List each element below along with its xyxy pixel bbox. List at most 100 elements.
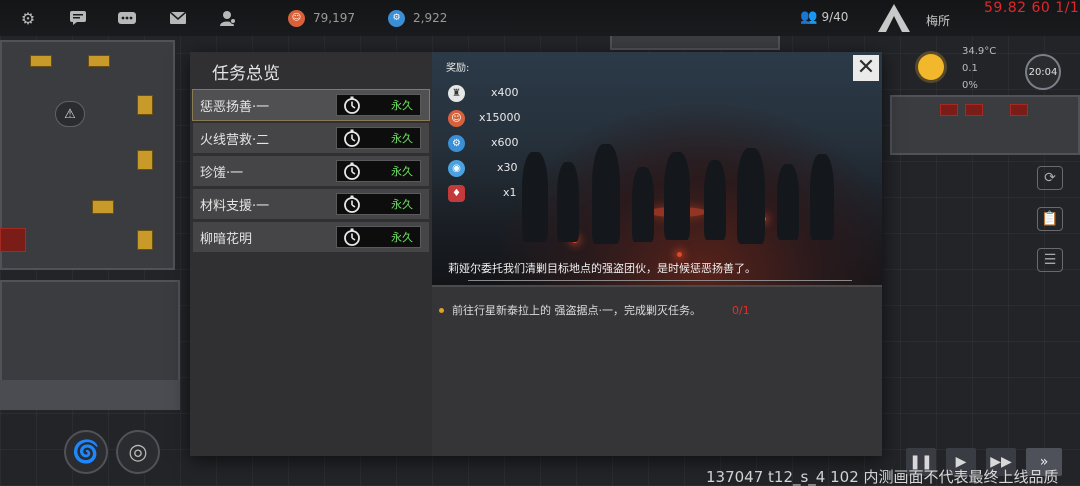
resource-credits-value: 79,197	[313, 11, 355, 25]
rewards-label: 奖励:	[446, 63, 470, 74]
quest-timer-label: 永久	[391, 99, 413, 112]
storage-crate	[88, 55, 110, 67]
humidity-value: 0%	[962, 80, 978, 91]
soldier-silhouette	[704, 160, 726, 240]
close-icon: ✕	[856, 55, 876, 80]
quest-timer: 永久	[336, 127, 421, 149]
soldier-silhouette	[777, 164, 799, 240]
dialog-title: 任务总览	[212, 64, 280, 84]
orange-smiley-icon: ☺	[448, 109, 465, 127]
base-room	[890, 95, 1080, 155]
quest-timer: 永久	[336, 226, 421, 248]
quest-name: 珍馐·一	[200, 165, 244, 181]
quest-timer: 永久	[336, 160, 421, 182]
quest-item[interactable]: 材料支援·一 永久	[193, 189, 429, 219]
reward-row: ♜	[448, 83, 465, 103]
quest-overview-dialog: 任务总览 惩恶扬善·一 永久 火线营救·二 永久 珍馐·一 永久 材料支援·一 …	[190, 52, 882, 456]
reward-amount: x600	[491, 136, 519, 149]
scan-icon[interactable]: ☰	[1037, 248, 1063, 272]
orange-smiley-icon: ☺	[288, 9, 305, 27]
clipboard-icon[interactable]: 📋	[1037, 207, 1063, 231]
red-block	[965, 104, 983, 116]
quest-description: 莉娅尔委托我们清剿目标地点的强盗团伙，是时候惩恶扬善了。	[448, 262, 756, 275]
stopwatch-icon	[342, 227, 362, 247]
section-divider	[432, 285, 882, 287]
close-button[interactable]: ✕	[853, 55, 879, 81]
stopwatch-icon	[342, 128, 362, 148]
soldier-silhouette	[522, 152, 548, 242]
reward-row: ☺	[448, 108, 465, 128]
fire-ember	[677, 252, 682, 257]
quest-item[interactable]: 惩恶扬善·一 永久	[192, 89, 430, 121]
soldier-silhouette	[810, 154, 834, 240]
objective-progress: 0/1	[732, 304, 750, 317]
quest-list-panel: 任务总览 惩恶扬善·一 永久 火线营救·二 永久 珍馐·一 永久 材料支援·一 …	[190, 52, 432, 456]
soldier-silhouette	[557, 162, 579, 242]
reward-amount: x400	[491, 86, 519, 99]
stopwatch-icon	[342, 95, 362, 115]
quest-timer: 永久	[336, 94, 421, 116]
population-counter: 👥 9/40	[800, 9, 848, 25]
planet-icon[interactable]: ◎	[116, 430, 160, 474]
soldier-silhouette	[592, 144, 620, 244]
soldier-silhouette	[664, 152, 690, 240]
chat-bubble-icon[interactable]	[68, 8, 88, 28]
quest-timer: 永久	[336, 193, 421, 215]
resource-credits: ☺ 79,197	[288, 9, 355, 27]
quest-item[interactable]: 珍馐·一 永久	[193, 156, 429, 186]
quest-name: 材料支援·一	[200, 198, 270, 214]
resource-tech-value: 2,922	[413, 11, 448, 25]
red-block	[0, 228, 26, 252]
objective-text: 前往行星新泰拉上的 强盗据点·一，完成剿灭任务。	[452, 304, 701, 317]
top-bar: ⚙ ☺ 79,197 ⚙ 2,922 👥 9/40 梅所 59.82 60 1/…	[0, 0, 1080, 36]
reward-row: ⚙	[448, 133, 465, 153]
quest-item[interactable]: 柳暗花明 永久	[193, 222, 429, 252]
chat-dots-icon[interactable]	[117, 8, 137, 28]
person-icon[interactable]	[218, 8, 238, 28]
player-name: 梅所	[926, 14, 951, 28]
storage-crate	[92, 200, 114, 214]
quest-name: 惩恶扬善·一	[200, 99, 270, 115]
reward-amount: x30	[497, 161, 518, 174]
stopwatch-icon	[342, 161, 362, 181]
quest-item[interactable]: 火线营救·二 永久	[193, 123, 429, 153]
blue-gear-icon: ⚙	[388, 9, 405, 27]
rotate-view-icon[interactable]: ⟳	[1037, 166, 1063, 190]
clock-time: 20:04	[1028, 66, 1058, 78]
quest-name: 火线营救·二	[200, 132, 270, 148]
warning-marker[interactable]: ⚠	[55, 101, 85, 127]
fps-readout: 59.82 60 1/1	[984, 0, 1080, 16]
quest-timer-label: 永久	[391, 231, 413, 244]
quest-timer-label: 永久	[391, 132, 413, 145]
storage-crate	[137, 95, 153, 115]
reward-amount: x1	[503, 186, 517, 199]
resource-tech: ⚙ 2,922	[388, 9, 447, 27]
game-clock[interactable]: 20:04	[1025, 54, 1061, 90]
galaxy-icon[interactable]: 🌀	[64, 430, 108, 474]
storage-crate	[137, 230, 153, 250]
reward-row: ◉	[448, 158, 465, 178]
red-item-icon: ♦	[448, 184, 465, 202]
storage-crate	[30, 55, 52, 67]
gear-icon[interactable]: ⚙	[18, 8, 38, 28]
soldier-silhouette	[737, 148, 765, 244]
quest-list: 惩恶扬善·一 永久 火线营救·二 永久 珍馐·一 永久 材料支援·一 永久 柳暗…	[192, 89, 430, 255]
reward-amount: x15000	[479, 111, 521, 124]
quest-name: 柳暗花明	[200, 231, 253, 247]
game-logo-icon	[878, 4, 910, 32]
build-info-text: 137047 t12_s_4 102 内测画面不代表最终上线品质	[706, 468, 1059, 486]
blue-gear-icon: ⚙	[448, 134, 465, 152]
people-icon: 👥	[800, 9, 818, 25]
description-underline	[468, 280, 852, 281]
quest-timer-label: 永久	[391, 165, 413, 178]
quest-banner-image: 奖励: ♜ x400 ☺ x15000 ⚙ x600 ◉ x30 ♦ x1 莉娅…	[432, 52, 882, 285]
population-value: 9/40	[821, 10, 849, 24]
stopwatch-icon	[342, 194, 362, 214]
quest-objective: 前往行星新泰拉上的 强盗据点·一，完成剿灭任务。	[439, 304, 712, 317]
objective-bullet	[439, 308, 444, 313]
quest-timer-label: 永久	[391, 198, 413, 211]
mail-icon[interactable]	[168, 8, 188, 28]
blue-tech-icon: ◉	[448, 159, 465, 177]
temperature-value: 34.9°C	[962, 46, 997, 57]
storage-crate	[137, 150, 153, 170]
